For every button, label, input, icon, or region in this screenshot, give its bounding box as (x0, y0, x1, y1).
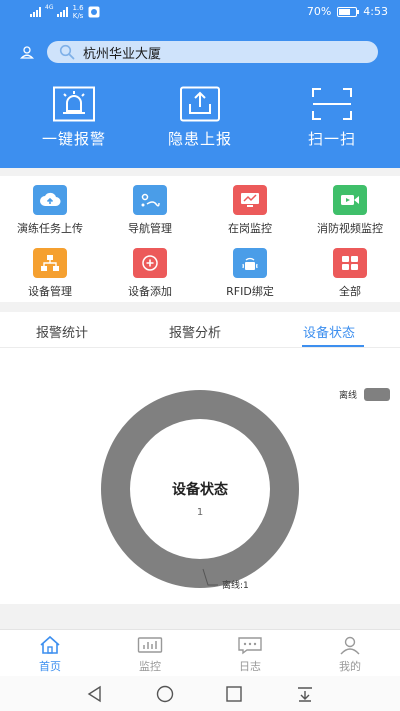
home-icon (40, 635, 60, 654)
grid-item-label: RFID绑定 (226, 285, 274, 298)
nav-me-label: 我的 (339, 660, 361, 673)
network-type: 4G (45, 4, 54, 11)
rfid-icon (233, 248, 267, 278)
tab-alarm-statistics[interactable]: 报警统计 (36, 322, 88, 341)
navigation-icon (133, 185, 167, 215)
report-hazard-button[interactable]: 隐患上报 (135, 86, 265, 149)
grid-item-label: 导航管理 (128, 222, 172, 235)
bottom-nav: 首页 监控 日志 我的 (0, 629, 400, 676)
nav-log[interactable]: 日志 (200, 635, 300, 674)
battery-percent: 70% (306, 5, 332, 18)
grid-item-onduty-monitor[interactable]: 在岗监控 (200, 185, 300, 236)
chart-center-total: 1 (197, 507, 203, 518)
stats-tabs: 报警统计 报警分析 设备状态 (0, 312, 400, 348)
alarm-button[interactable]: 一键报警 (9, 86, 139, 149)
grid-item-device-management[interactable]: 设备管理 (0, 248, 100, 299)
back-icon[interactable] (86, 685, 104, 703)
clock: 4:53 (363, 5, 388, 18)
callout-label-offline: 离线:1 (222, 579, 249, 591)
home-circle-icon[interactable] (156, 685, 174, 703)
grid-item-fire-video[interactable]: 消防视频监控 (300, 185, 400, 236)
org-chart-icon (33, 248, 67, 278)
net-speed-unit: K/s (72, 12, 84, 20)
monitor-chart-icon (137, 637, 163, 653)
search-bar[interactable] (47, 41, 378, 63)
grid-item-rfid-binding[interactable]: RFID绑定 (200, 248, 300, 299)
grid-item-label: 演练任务上传 (17, 222, 83, 235)
grid-item-label: 设备添加 (128, 285, 172, 298)
grid-item-device-add[interactable]: 设备添加 (100, 248, 200, 299)
tab-alarm-analysis[interactable]: 报警分析 (169, 322, 221, 341)
grid-icon (333, 248, 367, 278)
upload-report-icon (180, 86, 220, 122)
notification-app-icon (88, 6, 100, 18)
nav-monitor[interactable]: 监控 (100, 635, 200, 674)
system-nav-bar (0, 676, 400, 711)
tab-device-status[interactable]: 设备状态 (303, 322, 355, 341)
search-input[interactable] (83, 44, 343, 60)
add-icon (133, 248, 167, 278)
log-icon (238, 637, 262, 655)
alarm-siren-icon (53, 86, 95, 122)
grid-item-label: 在岗监控 (228, 222, 272, 235)
signal-icon-2 (57, 7, 69, 17)
report-hazard-label: 隐患上报 (167, 130, 232, 148)
grid-item-label: 消防视频监控 (317, 222, 383, 235)
person-icon[interactable] (20, 45, 34, 59)
tab-active-indicator (302, 345, 364, 347)
stats-card: 报警统计 报警分析 设备状态 离线 设备状态 1 离线:1 (0, 312, 400, 604)
notification-pull-icon[interactable] (296, 685, 314, 703)
net-speed: 1.6 K/s (72, 4, 83, 20)
nav-log-label: 日志 (239, 660, 261, 673)
grid-item-navigation[interactable]: 导航管理 (100, 185, 200, 236)
status-right: 70% 4:53 (307, 5, 388, 18)
user-icon (340, 636, 360, 655)
alarm-button-label: 一键报警 (41, 130, 106, 148)
signal-icon (30, 7, 41, 17)
grid-item-drill-upload[interactable]: 演练任务上传 (0, 185, 100, 236)
cloud-upload-icon (33, 185, 67, 215)
grid-item-all[interactable]: 全部 (300, 248, 400, 299)
scan-button[interactable]: 扫一扫 (267, 86, 397, 149)
function-grid: 演练任务上传 导航管理 在岗监控 消防视频监控 设备管理 设备添加 RFID绑定… (0, 176, 400, 302)
nav-home[interactable]: 首页 (0, 635, 100, 674)
status-bar: 4G 1.6 K/s 70% 4:53 (0, 0, 400, 24)
status-left: 4G 1.6 K/s (30, 4, 100, 20)
device-status-donut-chart: 设备状态 1 离线:1 (100, 389, 299, 591)
grid-item-label: 全部 (339, 285, 361, 298)
recents-icon[interactable] (225, 685, 243, 703)
header: 一键报警 隐患上报 扫一扫 (0, 24, 400, 168)
video-camera-icon (333, 185, 367, 215)
nav-me[interactable]: 我的 (300, 635, 400, 674)
nav-monitor-label: 监控 (139, 660, 161, 673)
nav-home-label: 首页 (39, 660, 61, 673)
scan-icon (312, 88, 352, 120)
grid-item-label: 设备管理 (28, 285, 72, 298)
net-speed-value: 1.6 (72, 4, 84, 12)
battery-icon (337, 6, 360, 17)
monitor-icon (233, 185, 267, 215)
chart-center-title: 设备状态 (172, 481, 228, 498)
search-icon (59, 44, 75, 60)
scan-label: 扫一扫 (307, 130, 356, 148)
